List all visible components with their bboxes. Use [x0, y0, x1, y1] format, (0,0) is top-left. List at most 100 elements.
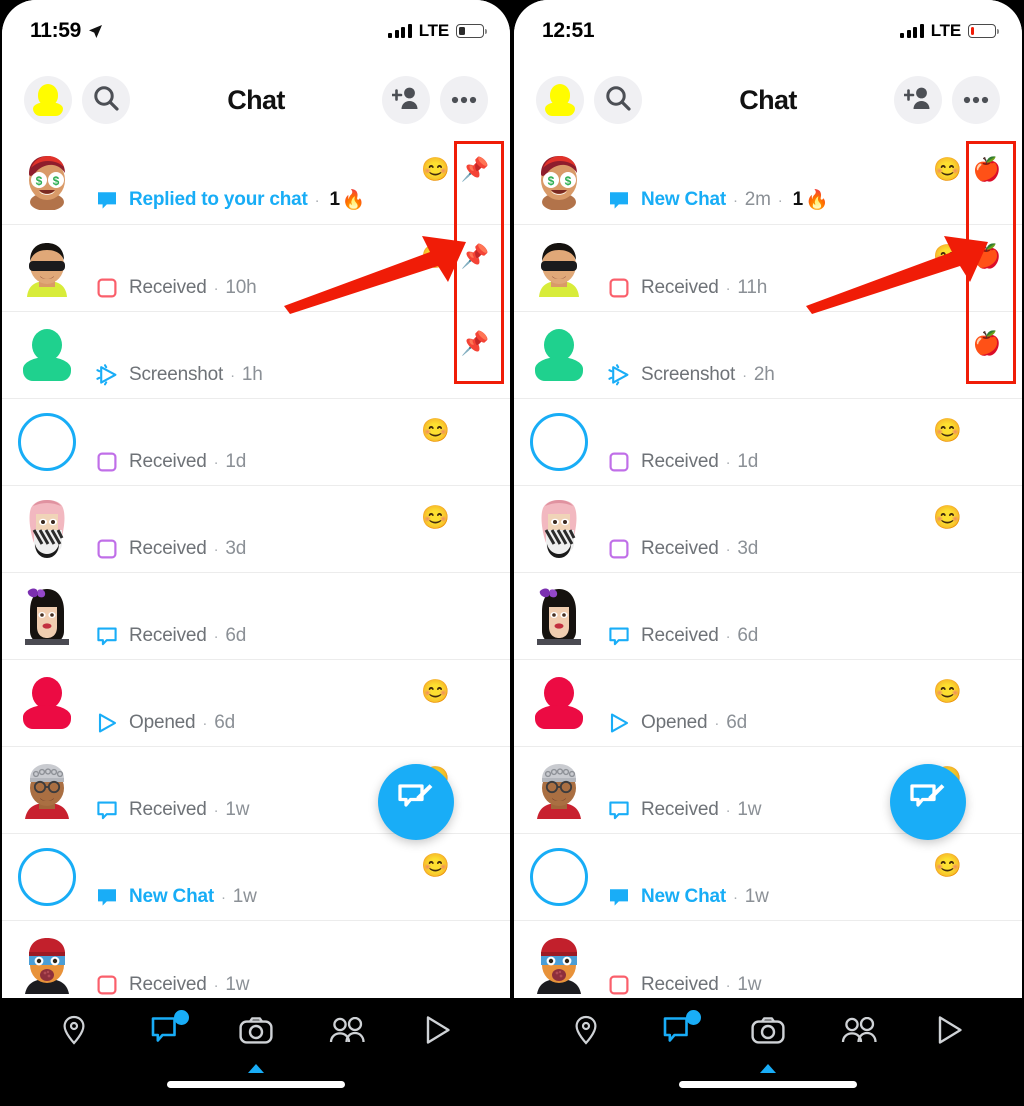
row-subtitle: Opened · 6d: [129, 712, 235, 733]
chat-list-row[interactable]: Received · 1w: [2, 921, 510, 998]
chat-list-row[interactable]: Opened · 6d 😊: [514, 660, 1022, 747]
nav-item-friends[interactable]: [319, 1010, 375, 1054]
avatar[interactable]: $ $: [528, 150, 590, 212]
avatar[interactable]: [16, 846, 78, 908]
row-timestamp: 11h: [737, 277, 768, 298]
chat-list-row[interactable]: Received · 3d 😊: [2, 486, 510, 573]
chat-list-row[interactable]: New Chat · 1w 😊: [2, 834, 510, 921]
chat-list-row[interactable]: $ $ Replied to your chat · 1 🔥 😊 📌: [2, 138, 510, 225]
avatar[interactable]: [528, 411, 590, 473]
avatar[interactable]: [16, 759, 78, 821]
chat-list-row[interactable]: Received · 1d 😊: [2, 399, 510, 486]
row-trailing: 😊 📌: [421, 245, 510, 268]
silhouette-avatar: [535, 677, 583, 729]
avatar[interactable]: [16, 411, 78, 473]
avatar[interactable]: [16, 498, 78, 560]
avatar[interactable]: [528, 237, 590, 299]
chat-bubble-outline: [608, 625, 630, 647]
row-status-text: Received: [641, 799, 719, 820]
row-content: Received · 1w: [78, 799, 421, 833]
avatar[interactable]: [16, 324, 78, 386]
pin-emoji-icon[interactable]: 🍎: [962, 332, 1012, 355]
chat-list-row[interactable]: Screenshot · 1h 📌: [2, 312, 510, 399]
reaction-emoji-icon[interactable]: 😊: [933, 854, 962, 877]
chat-list-row[interactable]: New Chat · 1w 😊: [514, 834, 1022, 921]
avatar[interactable]: $ $: [16, 150, 78, 212]
avatar[interactable]: [528, 759, 590, 821]
row-timestamp: 3d: [225, 538, 247, 559]
nav-item-play-spotlight[interactable]: [922, 1010, 978, 1054]
avatar[interactable]: [528, 585, 590, 647]
chat-list: $ $ New Chat · 2m · 1 🔥 😊 🍎 Received · 11h 😊 🍎 Screensh…: [514, 138, 1022, 998]
reaction-emoji-icon[interactable]: 😊: [933, 680, 962, 703]
reaction-emoji-icon[interactable]: 😊: [421, 854, 450, 877]
nav-item-friends[interactable]: [831, 1010, 887, 1054]
avatar[interactable]: [528, 934, 590, 996]
reaction-emoji-icon[interactable]: 😊: [421, 506, 450, 529]
silhouette-avatar: [23, 329, 71, 381]
row-content: New Chat · 1w: [590, 886, 933, 920]
avatar[interactable]: [16, 585, 78, 647]
profile-avatar-button[interactable]: [536, 76, 584, 124]
chat-list-row[interactable]: Received · 1w: [514, 921, 1022, 998]
reaction-emoji-icon[interactable]: 😊: [933, 419, 962, 442]
nav-item-camera[interactable]: [228, 1010, 284, 1054]
avatar[interactable]: [528, 672, 590, 734]
nav-item-map-pin[interactable]: [46, 1010, 102, 1054]
chat-list-row[interactable]: Received · 3d 😊: [514, 486, 1022, 573]
chat-list-row[interactable]: Received · 10h 😊 📌: [2, 225, 510, 312]
pin-emoji-icon[interactable]: 📌: [450, 158, 500, 181]
compose-chat-button[interactable]: [378, 764, 454, 840]
chat-bubble-filled: [608, 886, 630, 908]
nav-item-chat-bubble[interactable]: [649, 1010, 705, 1054]
pin-emoji-icon[interactable]: 📌: [450, 245, 500, 268]
nav-item-camera[interactable]: [740, 1010, 796, 1054]
avatar[interactable]: [16, 672, 78, 734]
pin-emoji-icon[interactable]: 🍎: [962, 158, 1012, 181]
nav-item-chat-bubble[interactable]: [137, 1010, 193, 1054]
chat-list-row[interactable]: Received · 6d: [514, 573, 1022, 660]
reaction-emoji-icon[interactable]: 😊: [421, 245, 450, 268]
reaction-emoji-icon[interactable]: 😊: [933, 245, 962, 268]
reaction-emoji-icon[interactable]: 😊: [421, 158, 450, 181]
chat-list-row[interactable]: Received · 6d: [2, 573, 510, 660]
chat-list-row[interactable]: Opened · 6d 😊: [2, 660, 510, 747]
avatar[interactable]: [528, 324, 590, 386]
reaction-emoji-icon[interactable]: 😊: [933, 158, 962, 181]
profile-avatar-button[interactable]: [24, 76, 72, 124]
avatar[interactable]: [16, 237, 78, 299]
reaction-emoji-icon[interactable]: 😊: [421, 680, 450, 703]
chat-list-row[interactable]: Received · 1d 😊: [514, 399, 1022, 486]
chat-list-row[interactable]: $ $ New Chat · 2m · 1 🔥 😊 🍎: [514, 138, 1022, 225]
row-trailing: 😊: [933, 419, 1022, 442]
avatar[interactable]: [528, 846, 590, 908]
row-trailing: 😊: [421, 680, 510, 703]
pin-emoji-icon[interactable]: 📌: [450, 332, 500, 355]
row-content: Received · 1d: [590, 451, 933, 485]
add-friend-button[interactable]: [894, 76, 942, 124]
active-tab-caret: [0, 1060, 512, 1078]
compose-chat-button[interactable]: [890, 764, 966, 840]
status-bar-left: 12:51: [542, 19, 595, 43]
nav-item-play-spotlight[interactable]: [410, 1010, 466, 1054]
nav-item-map-pin[interactable]: [558, 1010, 614, 1054]
silhouette-avatar: [23, 677, 71, 729]
row-content: Received · 6d: [78, 625, 450, 659]
chat-list-row[interactable]: Received · 11h 😊 🍎: [514, 225, 1022, 312]
search-button[interactable]: [594, 76, 642, 124]
chat-list-row[interactable]: Screenshot · 2h 🍎: [514, 312, 1022, 399]
avatar[interactable]: [16, 934, 78, 996]
search-button[interactable]: [82, 76, 130, 124]
chat-app-header: Chat: [2, 62, 510, 138]
snap-square-outline: [96, 451, 118, 473]
more-options-button[interactable]: [440, 76, 488, 124]
avatar[interactable]: [528, 498, 590, 560]
reaction-emoji-icon[interactable]: 😊: [933, 506, 962, 529]
battery-icon: [968, 24, 999, 38]
row-status-text: New Chat: [641, 189, 726, 210]
row-timestamp: 1w: [225, 974, 250, 995]
add-friend-button[interactable]: [382, 76, 430, 124]
more-options-button[interactable]: [952, 76, 1000, 124]
pin-emoji-icon[interactable]: 🍎: [962, 245, 1012, 268]
reaction-emoji-icon[interactable]: 😊: [421, 419, 450, 442]
